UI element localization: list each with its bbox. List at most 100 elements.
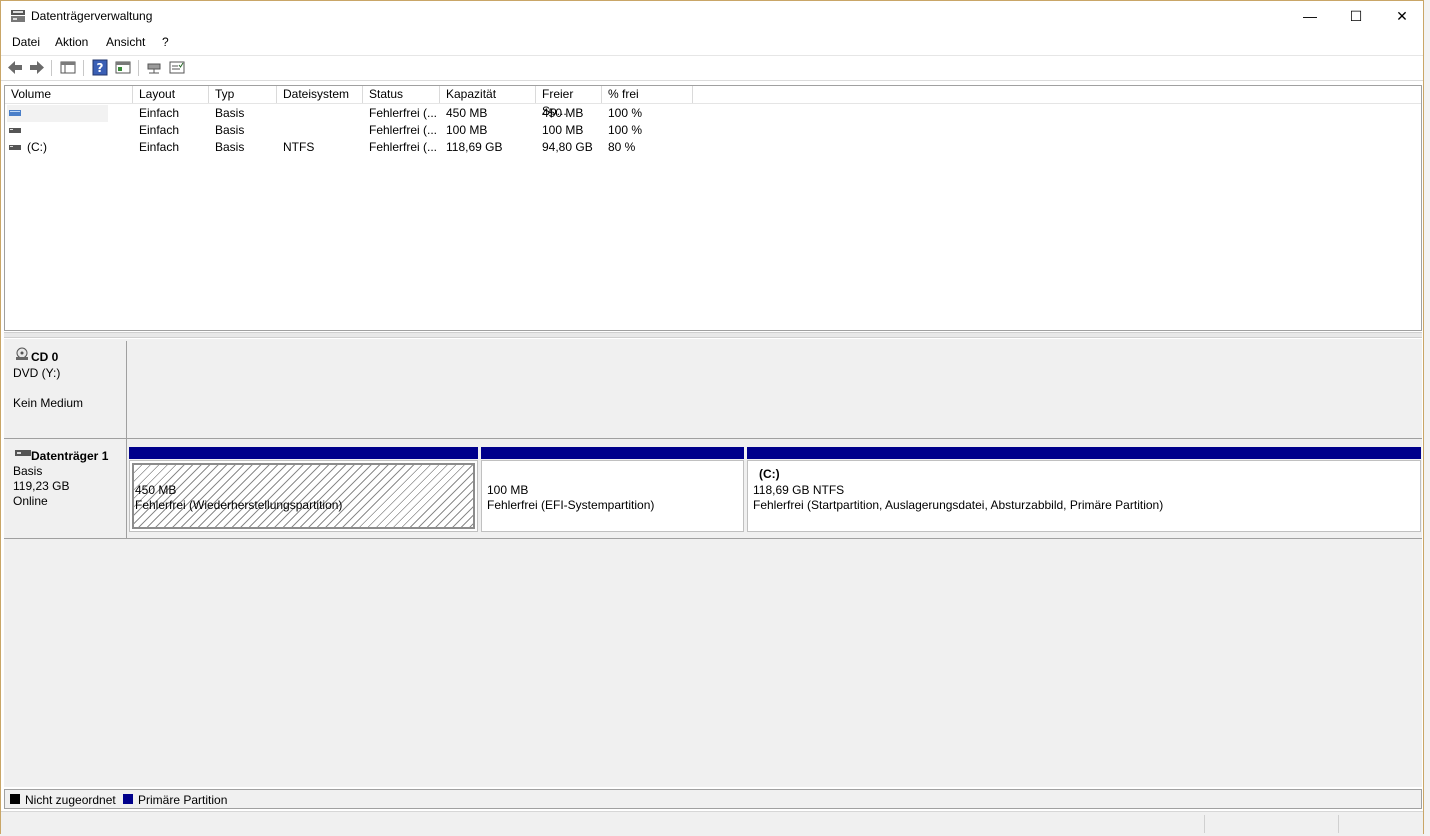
cell-layout: Einfach	[139, 140, 180, 154]
disk-status: Kein Medium	[13, 396, 84, 410]
maximize-button[interactable]: ☐	[1333, 1, 1379, 31]
table-row[interactable]: Einfach Basis Fehlerfrei (... 450 MB 450…	[5, 105, 1421, 122]
minimize-button[interactable]: —	[1287, 1, 1333, 31]
disk-graphical-view: CD 0 DVD (Y:) Kein Medium Datenträger 1 …	[4, 339, 1422, 787]
partition-selected-hatch	[132, 463, 475, 529]
legend-swatch-unallocated	[10, 794, 20, 804]
legend-unallocated: Nicht zugeordnet	[25, 793, 116, 807]
title-bar: Datenträgerverwaltung — ☐ ✕	[1, 1, 1423, 31]
column-header-typ[interactable]: Typ	[209, 86, 277, 103]
volume-list: Volume Layout Typ Dateisystem Status Kap…	[4, 85, 1422, 331]
partition-bar	[481, 447, 744, 459]
disk-name: Datenträger 1	[31, 449, 109, 463]
status-bar-separator	[1204, 815, 1205, 833]
disk-row-disk1[interactable]: Datenträger 1 Basis 119,23 GB Online 450…	[4, 439, 1422, 539]
cell-layout: Einfach	[139, 123, 180, 137]
cell-freier-speicher: 450 MB	[542, 106, 584, 120]
status-bar-separator	[1338, 815, 1339, 833]
disk-status: Online	[13, 494, 48, 508]
menu-datei[interactable]: Datei	[12, 35, 40, 49]
legend: Nicht zugeordnet Primäre Partition	[4, 789, 1422, 809]
menu-aktion[interactable]: Aktion	[55, 35, 88, 49]
partition-status: Fehlerfrei (Startpartition, Auslagerungs…	[753, 498, 1164, 512]
disk-management-window: Datenträgerverwaltung — ☐ ✕ Datei Aktion…	[0, 0, 1424, 836]
partition-efi[interactable]: 100 MB Fehlerfrei (EFI-Systempartition)	[481, 447, 744, 532]
background-window-edge	[1424, 0, 1430, 836]
cell-dateisystem: NTFS	[283, 140, 315, 154]
cell-kapazitaet: 100 MB	[446, 123, 488, 137]
cell-volume: (C:)	[27, 140, 47, 154]
volume-icon	[9, 128, 21, 133]
table-row[interactable]: Einfach Basis Fehlerfrei (... 100 MB 100…	[5, 122, 1421, 139]
close-button[interactable]: ✕	[1379, 1, 1425, 31]
toolbar-separator	[51, 60, 52, 76]
cell-kapazitaet: 118,69 GB	[446, 140, 503, 154]
disk-area-disk1: 450 MB Fehlerfrei (Wiederherstellungspar…	[128, 439, 1422, 538]
cd-drive-icon	[16, 347, 28, 360]
column-header-volume[interactable]: Volume	[5, 86, 133, 103]
legend-primary: Primäre Partition	[138, 793, 228, 807]
volume-name-highlight	[7, 105, 108, 122]
disk-label-cd0[interactable]: CD 0 DVD (Y:) Kein Medium	[4, 341, 127, 438]
menu-help[interactable]: ?	[162, 35, 169, 49]
disk-name: CD 0	[31, 350, 59, 364]
partition-size: 118,69 GB NTFS	[753, 483, 845, 497]
disk-label-disk1[interactable]: Datenträger 1 Basis 119,23 GB Online	[4, 439, 127, 538]
partition-bar	[747, 447, 1421, 459]
settings-icon[interactable]	[168, 59, 186, 76]
menu-bar: Datei Aktion Ansicht ?	[1, 32, 1423, 54]
volume-icon	[9, 145, 21, 150]
properties-icon[interactable]	[114, 59, 132, 76]
cell-freier-speicher: 94,80 GB	[542, 140, 593, 154]
partition-c[interactable]: (C:) 118,69 GB NTFS Fehlerfrei (Startpar…	[747, 447, 1421, 532]
cell-typ: Basis	[215, 140, 245, 154]
cell-prozent-frei: 100 %	[608, 106, 643, 120]
partition-title: (C:)	[759, 467, 780, 481]
cell-layout: Einfach	[139, 106, 180, 120]
column-header-kapazitaet[interactable]: Kapazität	[440, 86, 536, 103]
svg-text:?: ?	[97, 61, 104, 75]
disk-row-cd0[interactable]: CD 0 DVD (Y:) Kein Medium	[4, 341, 1422, 439]
volume-list-header: Volume Layout Typ Dateisystem Status Kap…	[5, 86, 1421, 118]
column-header-freier-speicher[interactable]: Freier Sp...	[536, 86, 602, 118]
disk-area-cd0	[128, 341, 1422, 438]
column-header-status[interactable]: Status	[363, 86, 440, 103]
console-tree-icon[interactable]	[59, 59, 77, 76]
cell-status: Fehlerfrei (...	[369, 140, 438, 154]
column-header-layout[interactable]: Layout	[133, 86, 209, 103]
partition-size: 450 MB	[135, 483, 177, 497]
partition-body: 450 MB Fehlerfrei (Wiederherstellungspar…	[129, 460, 478, 532]
back-arrow-icon[interactable]	[6, 59, 24, 76]
forward-arrow-icon[interactable]	[28, 59, 46, 76]
disk-type: DVD (Y:)	[13, 366, 61, 380]
column-header-dateisystem[interactable]: Dateisystem	[277, 86, 363, 103]
toolbar-separator	[138, 60, 139, 76]
partition-status: Fehlerfrei (Wiederherstellungspartition)	[135, 498, 343, 512]
cell-prozent-frei: 80 %	[608, 140, 636, 154]
partition-bar	[129, 447, 478, 459]
table-row[interactable]: (C:) Einfach Basis NTFS Fehlerfrei (... …	[5, 139, 1421, 156]
partition-recovery[interactable]: 450 MB Fehlerfrei (Wiederherstellungspar…	[129, 447, 478, 532]
pane-splitter[interactable]	[4, 332, 1422, 338]
volume-icon	[9, 110, 21, 116]
cell-prozent-frei: 100 %	[608, 123, 643, 137]
disk-management-app-icon	[11, 10, 25, 22]
toolbar: ?	[1, 55, 1423, 81]
cell-freier-speicher: 100 MB	[542, 123, 584, 137]
cell-status: Fehlerfrei (...	[369, 106, 438, 120]
partition-status: Fehlerfrei (EFI-Systempartition)	[487, 498, 655, 512]
hard-disk-icon	[15, 450, 31, 456]
disk-type: Basis	[13, 464, 43, 478]
column-header-prozent-frei[interactable]: % frei	[602, 86, 693, 103]
help-icon[interactable]: ?	[91, 59, 109, 76]
partition-body: (C:) 118,69 GB NTFS Fehlerfrei (Startpar…	[747, 460, 1421, 532]
cell-status: Fehlerfrei (...	[369, 123, 438, 137]
cell-typ: Basis	[215, 106, 245, 120]
window-title: Datenträgerverwaltung	[31, 9, 153, 23]
partition-size: 100 MB	[487, 483, 529, 497]
connect-icon[interactable]	[145, 59, 163, 76]
partition-body: 100 MB Fehlerfrei (EFI-Systempartition)	[481, 460, 744, 532]
cell-kapazitaet: 450 MB	[446, 106, 488, 120]
status-bar	[1, 811, 1423, 836]
menu-ansicht[interactable]: Ansicht	[106, 35, 145, 49]
